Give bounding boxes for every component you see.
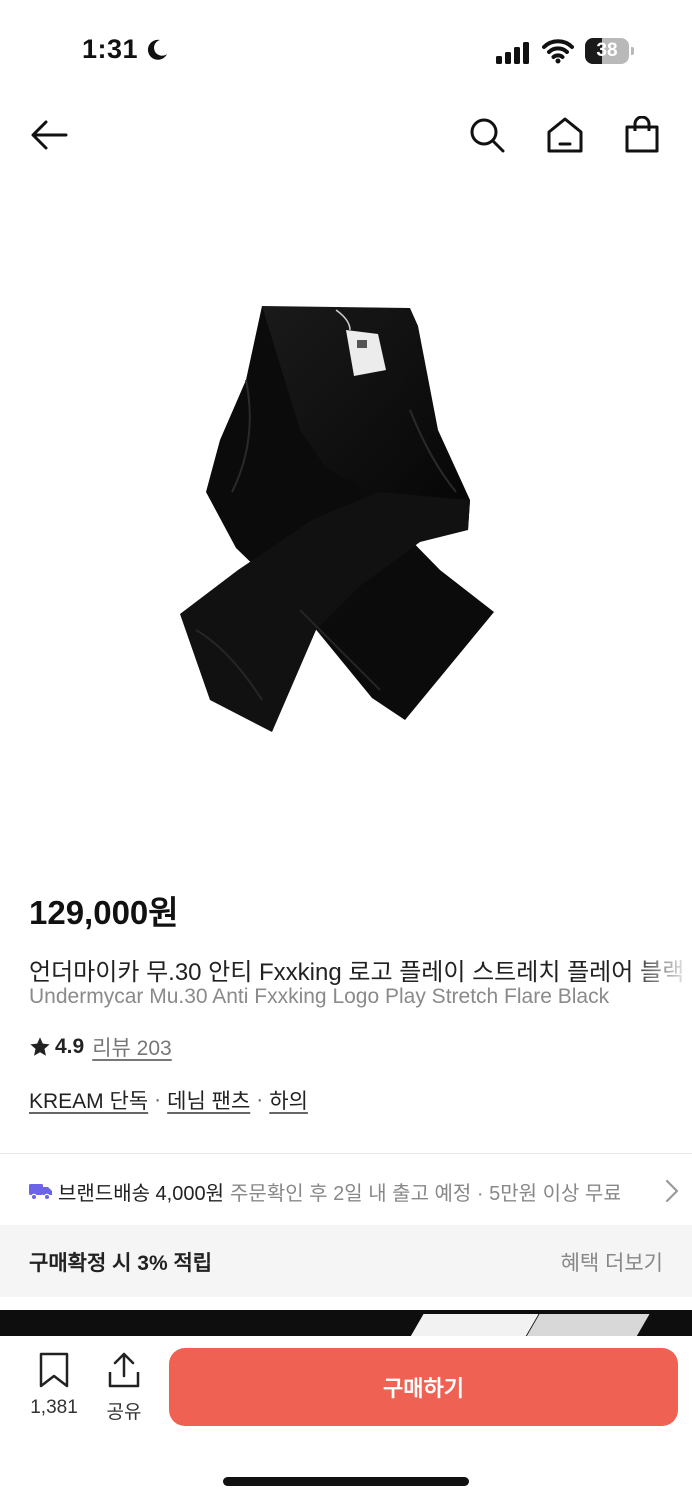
rating-value: 4.9	[55, 1035, 85, 1058]
rating-row: 4.9 리뷰 203	[29, 1033, 172, 1061]
battery-indicator: 38	[585, 38, 634, 64]
home-indicator	[223, 1477, 469, 1486]
section-divider	[0, 1153, 692, 1154]
chevron-right-icon	[665, 1179, 679, 1203]
buy-button[interactable]: 구매하기	[169, 1348, 678, 1426]
benefit-more-link[interactable]: 혜택 더보기	[561, 1247, 663, 1277]
battery-percent: 38	[596, 40, 618, 61]
wishlist-count: 1,381	[30, 1397, 78, 1418]
black-flare-pants-image	[180, 306, 494, 732]
review-link[interactable]: 리뷰 203	[92, 1032, 172, 1062]
search-button[interactable]	[464, 112, 510, 158]
moon-icon	[147, 39, 167, 60]
breadcrumb: KREAM 단독 · 데님 팬츠 · 하의	[29, 1085, 308, 1115]
product-price: 129,000원	[29, 894, 179, 931]
breadcrumb-item[interactable]: 하의	[269, 1085, 308, 1115]
share-button[interactable]: 공유	[100, 1352, 148, 1424]
home-button[interactable]	[542, 112, 588, 158]
bottom-action-bar: 1,381 공유 구매하기	[0, 1336, 692, 1500]
wishlist-button[interactable]: 1,381	[25, 1352, 83, 1419]
share-icon	[108, 1352, 140, 1388]
search-icon	[470, 118, 505, 153]
shopping-bag-icon	[625, 116, 659, 153]
benefit-banner: 구매확정 시 3% 적립 혜택 더보기	[0, 1225, 692, 1297]
product-title-english: Undermycar Mu.30 Anti Fxxking Logo Play …	[29, 985, 610, 1008]
breadcrumb-separator: ·	[154, 1088, 162, 1111]
product-image[interactable]	[0, 230, 692, 820]
status-time: 1:31	[82, 34, 139, 64]
share-label: 공유	[106, 1402, 142, 1423]
home-icon	[547, 117, 583, 153]
cart-button[interactable]	[619, 112, 665, 158]
status-bar: 1:31 38	[0, 0, 692, 100]
title-fade-overlay	[630, 950, 692, 1020]
breadcrumb-separator: ·	[256, 1088, 264, 1111]
bookmark-icon	[39, 1352, 69, 1388]
product-title-korean: 언더마이카 무.30 안티 Fxxking 로고 플레이 스트레치 플레어 블랙	[29, 959, 685, 986]
arrow-left-icon	[31, 120, 68, 150]
truck-icon	[29, 1184, 52, 1201]
breadcrumb-item[interactable]: 데님 팬츠	[167, 1085, 250, 1115]
shipping-label: 브랜드배송 4,000원	[58, 1182, 225, 1205]
top-nav	[0, 100, 692, 170]
back-button[interactable]	[26, 112, 72, 158]
content-strip	[0, 1310, 692, 1338]
star-icon	[30, 1037, 50, 1056]
shipping-description: 주문확인 후 2일 내 출고 예정 · 5만원 이상 무료배송	[230, 1182, 621, 1205]
wifi-icon	[542, 39, 574, 64]
breadcrumb-item[interactable]: KREAM 단독	[29, 1085, 148, 1115]
cellular-signal-icon	[496, 42, 529, 64]
shipping-info-row[interactable]: 브랜드배송 4,000원 주문확인 후 2일 내 출고 예정 · 5만원 이상 …	[29, 1174, 679, 1208]
benefit-text: 구매확정 시 3% 적립	[29, 1252, 213, 1275]
